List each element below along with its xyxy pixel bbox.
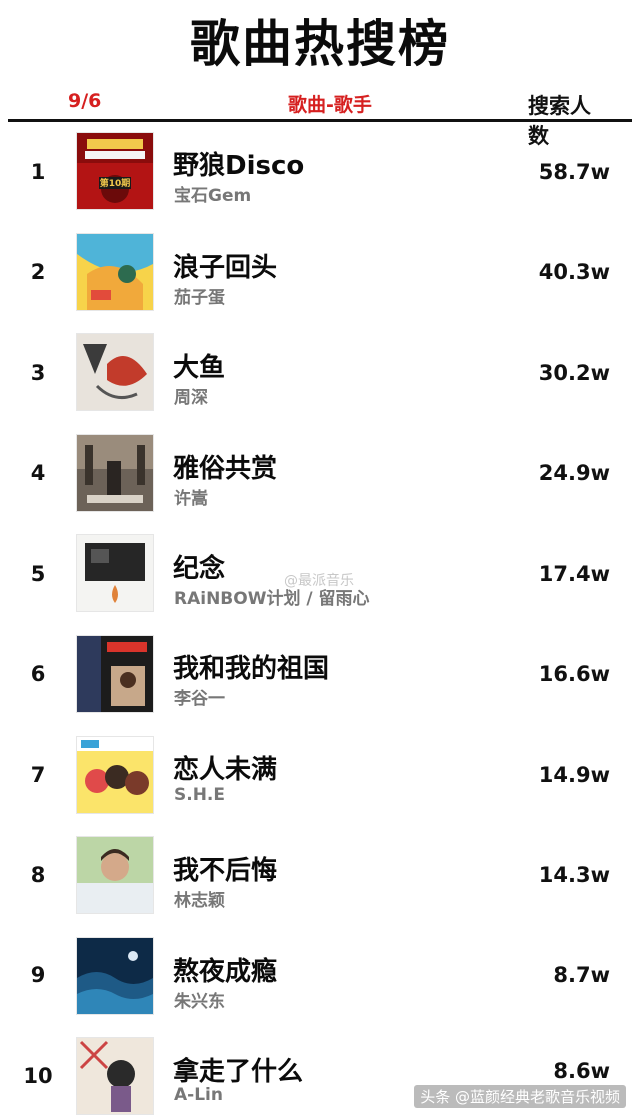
rank-number: 2 xyxy=(30,260,46,284)
artist-name: 宝石Gem xyxy=(174,186,252,206)
album-cover-image: 第10期 xyxy=(77,133,153,209)
song-title: 拿走了什么 xyxy=(173,1057,304,1087)
search-count: 58.7w xyxy=(538,160,610,184)
search-count: 14.3w xyxy=(538,863,610,887)
rank-number: 4 xyxy=(30,461,46,485)
song-title: 我和我的祖国 xyxy=(173,654,330,684)
song-title: 浪子回头 xyxy=(173,253,278,283)
song-title: 熬夜成瘾 xyxy=(173,957,278,987)
search-count: 30.2w xyxy=(538,361,610,385)
song-title: 野狼Disco xyxy=(173,151,305,181)
chart-title: 歌曲热搜榜 xyxy=(190,15,450,73)
song-title: 我不后悔 xyxy=(173,856,278,886)
date-label: 9/6 xyxy=(68,90,102,112)
search-count: 24.9w xyxy=(538,461,610,485)
rank-number: 8 xyxy=(30,863,46,887)
artist-name: 周深 xyxy=(174,388,208,408)
album-cover-image xyxy=(77,837,153,913)
album-cover-image xyxy=(77,737,153,813)
search-count: 8.6w xyxy=(553,1059,610,1083)
artist-name: 李谷一 xyxy=(174,689,225,709)
song-title: 纪念 xyxy=(173,554,226,584)
watermark-text: @最派音乐 xyxy=(284,573,354,589)
search-count: 16.6w xyxy=(538,662,610,686)
search-count: 14.9w xyxy=(538,763,610,787)
rank-number: 9 xyxy=(30,963,46,987)
artist-name: 许嵩 xyxy=(174,489,208,509)
album-cover-image xyxy=(77,334,153,410)
song-title: 恋人未满 xyxy=(173,755,278,785)
album-cover-image xyxy=(77,435,153,511)
album-cover-image xyxy=(77,636,153,712)
search-count: 8.7w xyxy=(553,963,610,987)
rank-number: 1 xyxy=(30,160,46,184)
rank-number: 6 xyxy=(30,662,46,686)
album-cover-image xyxy=(77,234,153,310)
search-count: 17.4w xyxy=(538,562,610,586)
rank-number: 7 xyxy=(30,763,46,787)
rank-number: 5 xyxy=(30,562,46,586)
table-header: 9/6 歌曲-歌手 搜索人数 xyxy=(0,88,640,148)
album-cover-image xyxy=(77,1038,153,1114)
header-divider xyxy=(8,119,632,122)
album-cover-image xyxy=(77,938,153,1014)
artist-name: 朱兴东 xyxy=(174,992,225,1012)
artist-name: A-Lin xyxy=(174,1085,223,1105)
artist-name: 茄子蛋 xyxy=(174,288,225,308)
album-cover-image xyxy=(77,535,153,611)
search-count: 40.3w xyxy=(538,260,610,284)
cover-episode-text: 第10期 xyxy=(100,177,131,189)
song-title: 雅俗共赏 xyxy=(173,454,278,484)
rank-number: 10 xyxy=(23,1064,53,1088)
song-title: 大鱼 xyxy=(173,353,226,383)
song-column-header: 歌曲-歌手 xyxy=(288,94,372,116)
footer-source-label: 头条 @蓝颜经典老歌音乐视频 xyxy=(414,1085,626,1108)
artist-name: S.H.E xyxy=(174,785,225,805)
artist-name: 林志颖 xyxy=(174,891,225,911)
rank-number: 3 xyxy=(30,361,46,385)
